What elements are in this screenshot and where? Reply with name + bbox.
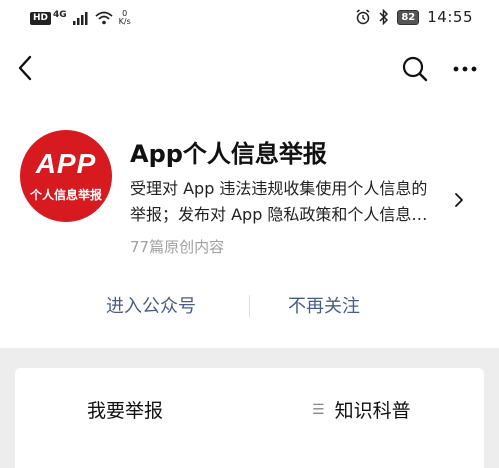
- menu-report-label: 我要举报: [87, 400, 164, 422]
- menu-report[interactable]: 我要举报: [87, 396, 163, 423]
- network-type: 4G: [53, 10, 67, 20]
- unfollow-button[interactable]: 不再关注: [288, 292, 360, 318]
- search-icon: [402, 56, 428, 82]
- battery-level: 82: [397, 9, 420, 25]
- avatar[interactable]: APP 个人信息举报: [20, 130, 112, 222]
- menu-knowledge[interactable]: ☰ 知识科普: [312, 396, 411, 423]
- account-name: App个人信息举报: [130, 140, 327, 168]
- speed-unit: K/s: [118, 17, 131, 26]
- status-left: HD 4G 0 K/s: [30, 10, 131, 26]
- back-button[interactable]: [14, 54, 38, 82]
- account-menu: 我要举报 ☰ 知识科普: [15, 368, 484, 468]
- bluetooth-icon: [379, 9, 389, 25]
- search-button[interactable]: [400, 54, 430, 84]
- menu-knowledge-label: 知识科普: [334, 400, 411, 422]
- wifi-icon: [95, 11, 113, 25]
- action-divider: [249, 295, 250, 317]
- list-icon: ☰: [312, 401, 325, 418]
- nav-bar: [0, 40, 499, 96]
- enter-account-button[interactable]: 进入公众号: [106, 292, 196, 318]
- status-bar: HD 4G 0 K/s 82 14:55: [0, 0, 499, 36]
- alarm-icon: [356, 9, 370, 25]
- network-speed: 0 K/s: [119, 10, 131, 26]
- more-dots-icon: [453, 66, 477, 72]
- status-right: 82 14:55: [355, 8, 473, 26]
- description-line-1: 受理对 App 违法违规收集使用个人信息的: [130, 179, 428, 198]
- avatar-logo-text: APP: [35, 148, 97, 179]
- action-bar: 进入公众号 不再关注: [0, 282, 499, 326]
- chevron-left-icon: [18, 55, 32, 81]
- account-description[interactable]: 受理对 App 违法违规收集使用个人信息的 举报；发布对 App 隐私政策和个人…: [130, 176, 450, 228]
- avatar-logo-subtext: 个人信息举报: [29, 188, 102, 202]
- chevron-right-icon: [455, 193, 463, 207]
- article-count: 77篇原创内容: [130, 238, 225, 256]
- expand-description-button[interactable]: [452, 190, 466, 210]
- clock: 14:55: [427, 8, 473, 26]
- more-button[interactable]: [450, 54, 480, 84]
- description-line-2: 举报；发布对 App 隐私政策和个人信息…: [130, 205, 428, 224]
- hd-badge: HD: [30, 11, 52, 25]
- signal-icon: [72, 11, 88, 25]
